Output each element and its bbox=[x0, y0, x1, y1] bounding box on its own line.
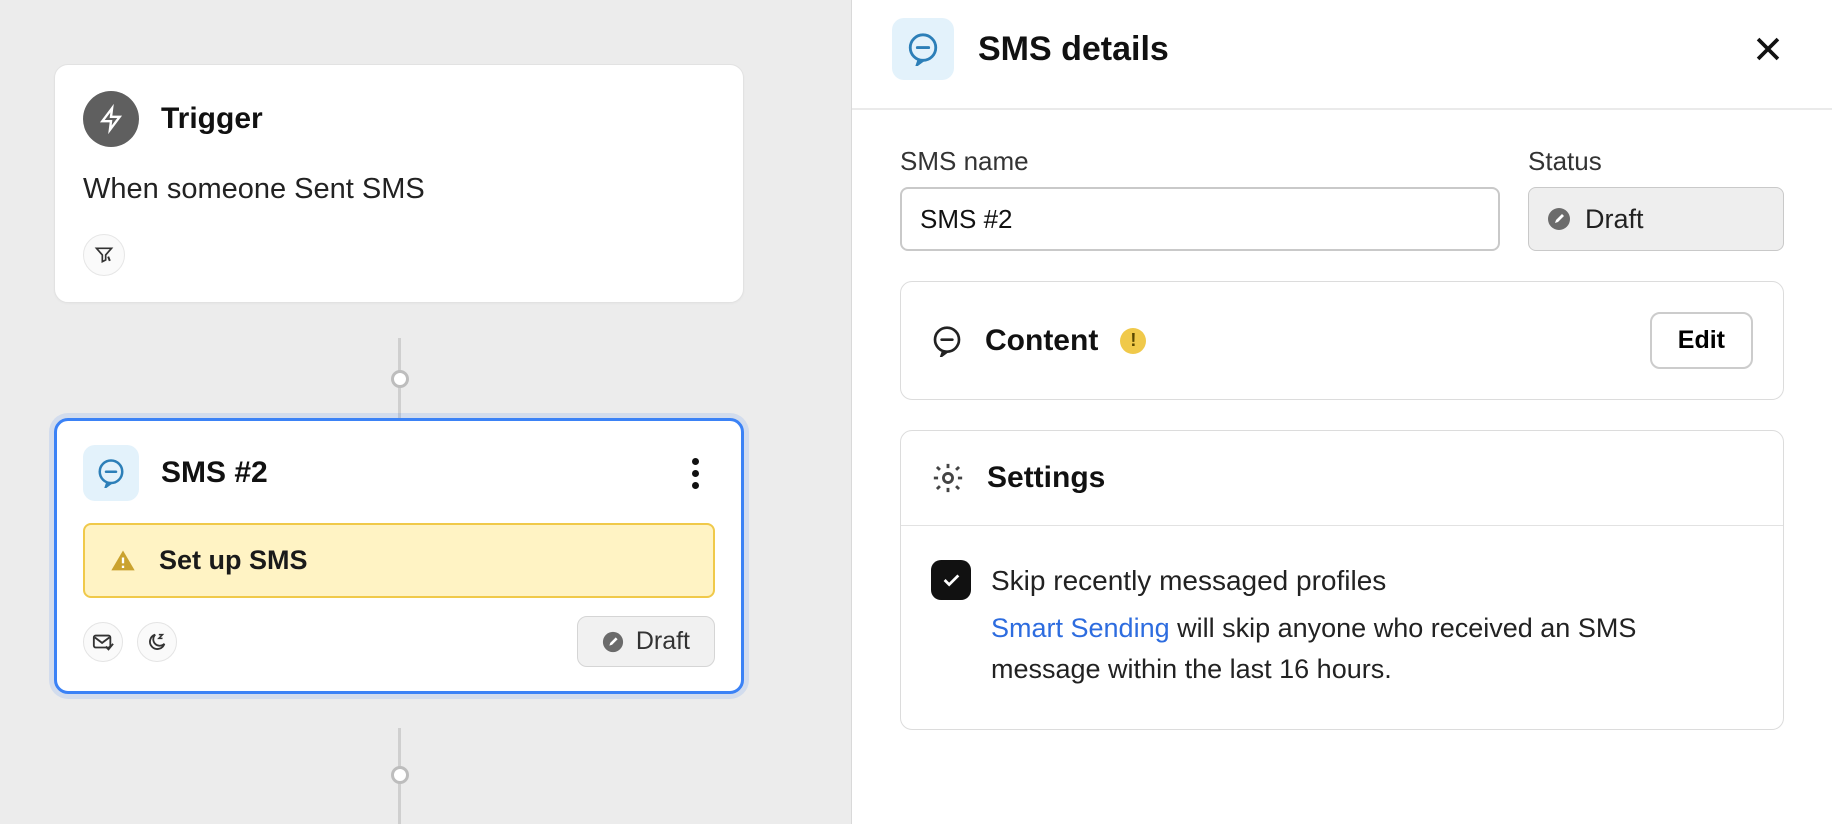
gear-icon bbox=[931, 461, 965, 495]
sms-node-title: SMS #2 bbox=[161, 456, 653, 490]
status-display: Draft bbox=[1528, 187, 1784, 251]
sms-icon bbox=[83, 445, 139, 501]
sms-icon bbox=[892, 18, 954, 80]
filter-icon[interactable] bbox=[83, 234, 125, 276]
moon-snooze-icon[interactable] bbox=[137, 622, 177, 662]
trigger-node[interactable]: Trigger When someone Sent SMS bbox=[54, 64, 744, 303]
pencil-circle-icon bbox=[602, 631, 624, 653]
content-card: Content ! Edit bbox=[900, 281, 1784, 400]
sms-outline-icon bbox=[931, 325, 963, 357]
status-text: Draft bbox=[636, 627, 690, 656]
flow-canvas[interactable]: Trigger When someone Sent SMS SMS #2 bbox=[0, 0, 852, 824]
check-icon bbox=[940, 569, 962, 591]
skip-title: Skip recently messaged profiles bbox=[991, 560, 1753, 602]
trigger-description: When someone Sent SMS bbox=[83, 173, 715, 206]
warning-badge-icon: ! bbox=[1120, 328, 1146, 354]
edit-content-button[interactable]: Edit bbox=[1650, 312, 1753, 369]
panel-header: SMS details bbox=[852, 0, 1832, 110]
status-value: Draft bbox=[1585, 204, 1644, 235]
envelope-check-icon[interactable] bbox=[83, 622, 123, 662]
close-icon bbox=[1751, 32, 1785, 66]
status-badge: Draft bbox=[577, 616, 715, 667]
sms-name-label: SMS name bbox=[900, 146, 1500, 177]
close-button[interactable] bbox=[1744, 25, 1792, 73]
connector-dot bbox=[391, 370, 409, 388]
more-options-button[interactable] bbox=[675, 453, 715, 493]
content-title: Content bbox=[985, 324, 1098, 358]
details-panel: SMS details SMS name Status Draft bbox=[852, 0, 1832, 824]
bolt-icon bbox=[83, 91, 139, 147]
sms-node[interactable]: SMS #2 Set up SMS Draft bbox=[54, 418, 744, 694]
skip-checkbox[interactable] bbox=[931, 560, 971, 600]
smart-sending-link[interactable]: Smart Sending bbox=[991, 613, 1170, 643]
settings-card: Settings Skip recently messaged profiles… bbox=[900, 430, 1784, 730]
trigger-title: Trigger bbox=[161, 102, 263, 136]
settings-title: Settings bbox=[987, 461, 1105, 495]
sms-name-input[interactable] bbox=[900, 187, 1500, 251]
setup-sms-banner[interactable]: Set up SMS bbox=[83, 523, 715, 598]
pencil-circle-icon bbox=[1547, 207, 1571, 231]
connector-dot bbox=[391, 766, 409, 784]
panel-title: SMS details bbox=[978, 30, 1720, 69]
status-label: Status bbox=[1528, 146, 1784, 177]
warning-icon bbox=[109, 547, 137, 575]
setup-sms-text: Set up SMS bbox=[159, 545, 308, 576]
